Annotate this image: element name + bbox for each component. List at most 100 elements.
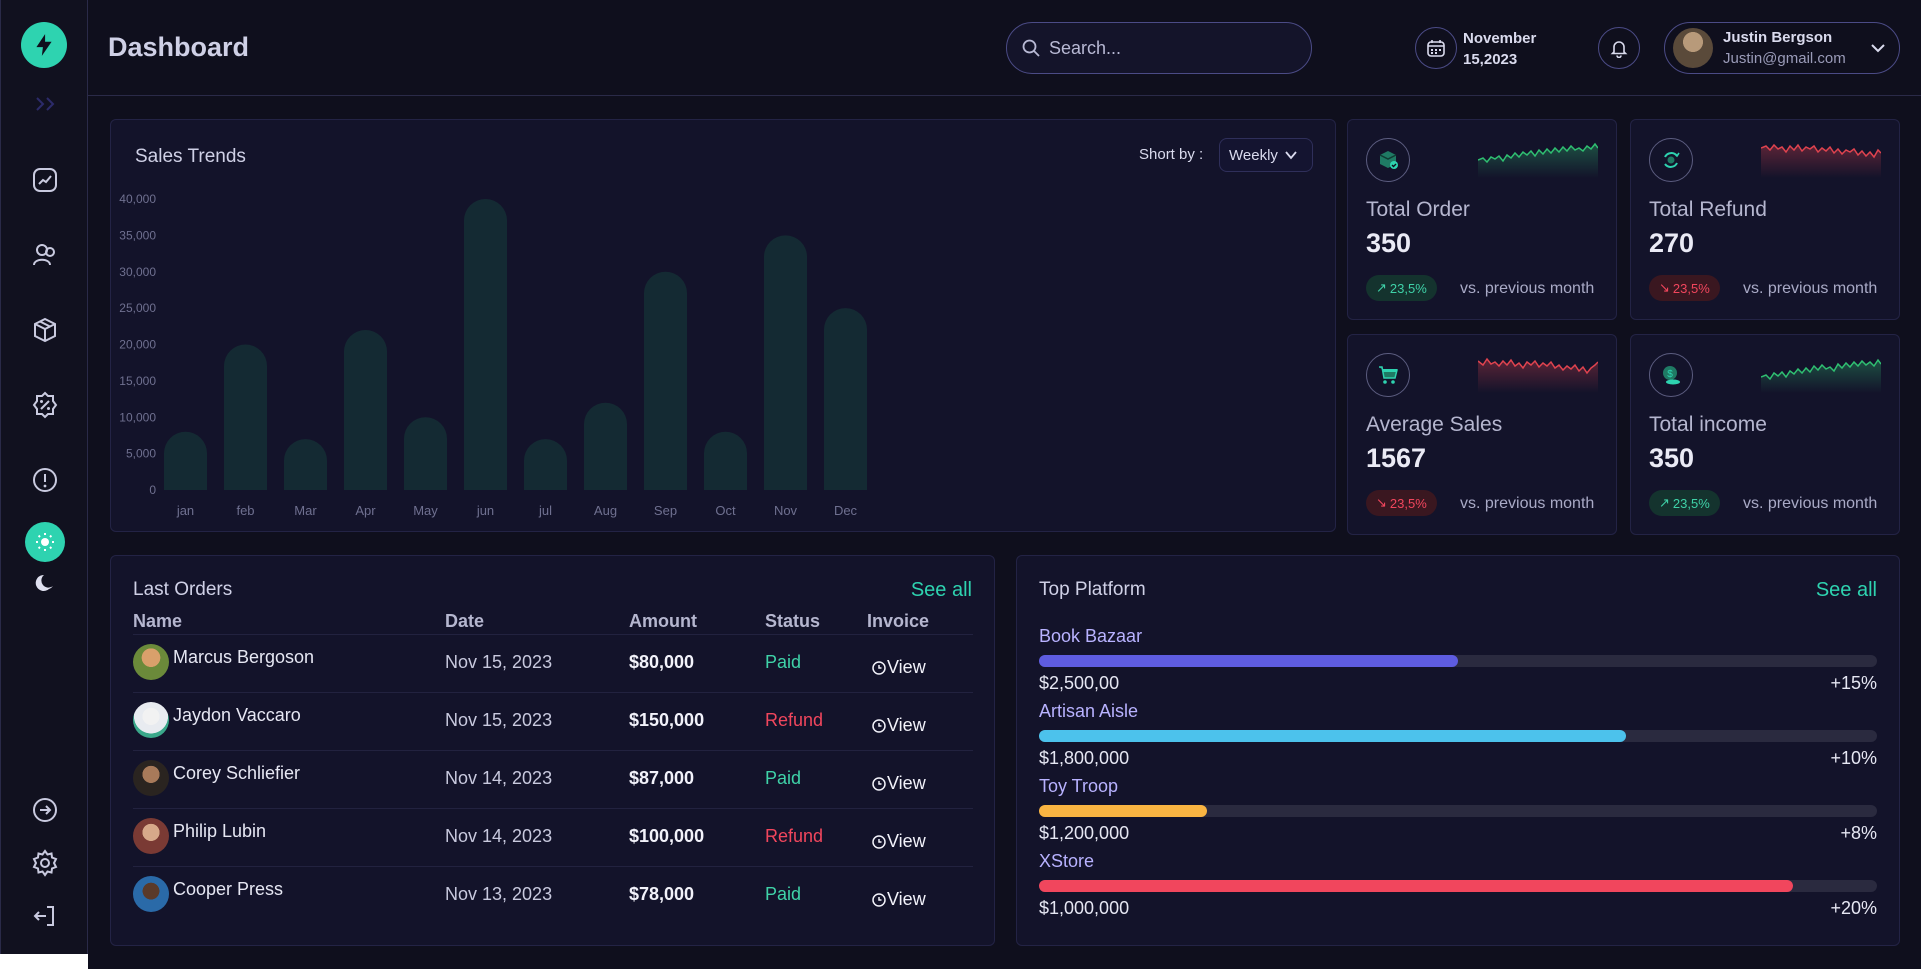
- logo-bolt-icon[interactable]: [21, 22, 67, 68]
- bottom-white-strip: [0, 954, 88, 969]
- comparison-note: vs. previous month: [1460, 495, 1595, 512]
- order-amount: $87,000: [629, 768, 695, 788]
- platform-percent: +15%: [1830, 673, 1877, 693]
- stat-value: 1567: [1366, 443, 1427, 473]
- trend-badge: ↗ 23,5%: [1366, 275, 1437, 301]
- platform-amount: $1,200,000: [1039, 823, 1130, 843]
- arrow-right-circle-icon[interactable]: [25, 790, 65, 830]
- platform-name[interactable]: Artisan Aisle: [1039, 701, 1138, 722]
- cart-icon: [1366, 353, 1410, 397]
- sparkline-average-sales: [1478, 357, 1598, 393]
- view-invoice-button[interactable]: View: [871, 657, 926, 678]
- search-input[interactable]: [1049, 37, 1289, 59]
- logout-icon[interactable]: [25, 896, 65, 936]
- notification-bell-icon[interactable]: [1598, 27, 1640, 69]
- bar-feb[interactable]: [224, 344, 267, 491]
- top-platform-card: Top Platform See all Book Bazaar $2,500,0…: [1016, 555, 1900, 946]
- bar-May[interactable]: [404, 417, 447, 490]
- sparkline-total-refund: [1761, 143, 1881, 178]
- stat-card-total-order: Total Order 350 ↗ 23,5% vs. previous mont…: [1347, 119, 1617, 320]
- y-tick-label: 15,000: [119, 374, 156, 388]
- bar-jul[interactable]: [524, 439, 567, 490]
- table-row[interactable]: Corey Schliefier Nov 14, 2023 $87,000 Pa…: [133, 750, 973, 808]
- light-mode-icon[interactable]: [25, 522, 65, 562]
- platform-percent: +10%: [1830, 748, 1877, 768]
- stat-label: Total income: [1649, 413, 1767, 436]
- invoice-icon: [872, 718, 886, 733]
- bar-jun[interactable]: [464, 199, 507, 490]
- x-tick-label: Sep: [654, 503, 677, 518]
- comparison-note: vs. previous month: [1743, 280, 1878, 297]
- platform-see-all-link[interactable]: See all: [1816, 579, 1877, 602]
- stat-value: 350: [1649, 443, 1695, 473]
- orders-see-all-link[interactable]: See all: [911, 579, 972, 602]
- avatar: [133, 702, 169, 738]
- platform-amount: $1,800,000: [1039, 748, 1130, 768]
- avatar: [133, 876, 169, 912]
- sparkline-total-order: [1478, 142, 1598, 178]
- comparison-note: vs. previous month: [1460, 280, 1595, 297]
- order-amount: $78,000: [629, 884, 695, 904]
- settings-gear-icon[interactable]: [25, 843, 65, 883]
- column-header-date[interactable]: Date: [445, 611, 484, 632]
- dark-mode-icon[interactable]: [25, 563, 65, 603]
- search-icon: [1022, 39, 1040, 57]
- view-invoice-button[interactable]: View: [871, 889, 926, 910]
- view-invoice-button[interactable]: View: [871, 831, 926, 852]
- table-row[interactable]: Jaydon Vaccaro Nov 15, 2023 $150,000 Ref…: [133, 692, 973, 750]
- order-name: Philip Lubin: [173, 821, 267, 841]
- svg-text:$: $: [1667, 369, 1673, 380]
- bar-Dec[interactable]: [824, 308, 868, 490]
- order-date: Nov 15, 2023: [445, 710, 553, 730]
- column-header-status[interactable]: Status: [765, 611, 820, 632]
- collapse-sidebar-icon[interactable]: [33, 94, 57, 114]
- calendar-icon[interactable]: [1415, 27, 1457, 69]
- discount-icon[interactable]: [25, 385, 65, 425]
- platform-percent: +20%: [1830, 898, 1877, 918]
- order-date: Nov 13, 2023: [445, 884, 553, 904]
- platform-name[interactable]: Book Bazaar: [1039, 626, 1142, 647]
- y-tick-label: 20,000: [119, 338, 156, 352]
- y-tick-label: 35,000: [119, 228, 156, 242]
- search-bar[interactable]: [1006, 22, 1312, 74]
- bar-Oct[interactable]: [704, 431, 747, 490]
- users-icon[interactable]: [25, 235, 65, 275]
- column-header-amount[interactable]: Amount: [629, 611, 697, 632]
- platform-name[interactable]: Toy Troop: [1039, 776, 1118, 797]
- table-row[interactable]: Marcus Bergoson Nov 15, 2023 $80,000 Pai…: [133, 634, 973, 692]
- chevron-down-icon: [1871, 44, 1885, 53]
- y-tick-label: 10,000: [119, 410, 156, 424]
- bar-jan[interactable]: [164, 431, 207, 490]
- order-date: Nov 14, 2023: [445, 768, 553, 788]
- invoice-icon: [872, 660, 886, 675]
- view-invoice-button[interactable]: View: [871, 715, 926, 736]
- y-tick-label: 30,000: [119, 265, 156, 279]
- x-tick-label: Aug: [594, 503, 617, 518]
- bar-Nov[interactable]: [764, 235, 807, 490]
- view-invoice-button[interactable]: View: [871, 773, 926, 794]
- box-icon[interactable]: [25, 310, 65, 350]
- platform-amount: $1,000,000: [1039, 898, 1130, 918]
- avatar: [1673, 28, 1713, 68]
- platform-progress-fill: [1039, 730, 1626, 742]
- bar-Apr[interactable]: [344, 329, 387, 490]
- table-row[interactable]: Philip Lubin Nov 14, 2023 $100,000 Refun…: [133, 808, 973, 866]
- analytics-icon[interactable]: [25, 160, 65, 200]
- column-header-invoice[interactable]: Invoice: [867, 611, 929, 632]
- table-row[interactable]: Cooper Press Nov 13, 2023 $78,000 Paid V…: [133, 866, 973, 924]
- platform-name[interactable]: XStore: [1039, 851, 1094, 872]
- user-profile-menu[interactable]: Justin Bergson Justin@gmail.com: [1664, 22, 1900, 74]
- column-header-name[interactable]: Name: [133, 611, 182, 632]
- last-orders-title: Last Orders: [133, 579, 233, 600]
- top-platform-title: Top Platform: [1039, 579, 1146, 600]
- trend-down-icon: ↘: [1376, 495, 1387, 510]
- x-tick-label: jul: [538, 503, 552, 518]
- bar-Mar[interactable]: [284, 439, 327, 490]
- trend-down-icon: ↘: [1659, 280, 1670, 295]
- trend-badge: ↘ 23,5%: [1649, 275, 1720, 301]
- alert-icon[interactable]: [25, 460, 65, 500]
- order-amount: $100,000: [629, 826, 705, 846]
- bar-Aug[interactable]: [584, 402, 627, 490]
- stat-label: Total Refund: [1649, 198, 1767, 221]
- bar-Sep[interactable]: [644, 271, 687, 490]
